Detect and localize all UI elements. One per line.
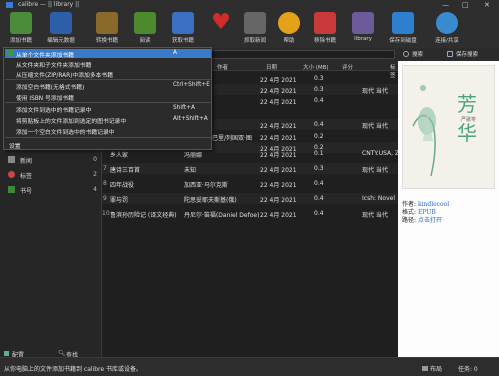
- table-row[interactable]: 7 唐诗三百首 未知 22 4月 2021 0.3 现代 当代: [102, 163, 399, 174]
- heart-icon: ♥: [211, 10, 231, 35]
- path-link[interactable]: 点击打开: [418, 217, 442, 224]
- table-row[interactable]: 10 鲁滨孙历险记 (译文经典) 丹尼尔·笛福(Daniel Defoe) 22…: [102, 208, 399, 219]
- convert-book-icon: [96, 12, 118, 34]
- menu-item-add-subfolders[interactable]: 从文件夹和子文件夹添加书籍: [5, 59, 211, 69]
- book-cover[interactable]: 芳华 严歌苓: [402, 65, 495, 189]
- window-title: calibre — || library ||: [18, 1, 80, 8]
- save-disk-icon: [392, 12, 414, 34]
- find-icon: 🔍︎: [58, 350, 66, 357]
- connect-share-button[interactable]: 连接/共享: [428, 12, 466, 46]
- layout-button[interactable]: 布局: [422, 364, 442, 373]
- fetch-news-button[interactable]: 抓取新闻: [236, 12, 274, 46]
- add-book-icon: [7, 50, 13, 56]
- book-metadata: 作者: kindlecool 格式: EPUB 路径: 点击打开: [402, 201, 450, 224]
- table-row[interactable]: 9 罪与罚 陀思妥耶夫斯基(俄) 22 4月 2021 0.4 Icsh: No…: [102, 193, 399, 204]
- tag-icon: [8, 171, 15, 178]
- add-books-button[interactable]: 添加书籍: [2, 12, 40, 46]
- main-toolbar: 添加书籍 编辑元数据 转换书籍 阅读 获取书籍 ♥ 抓取新闻 帮助 移除书籍 l…: [0, 10, 499, 48]
- menu-item-add-empty-file[interactable]: 添加一个空白文件到选中的书籍记录中: [5, 126, 211, 136]
- tree-item-identifiers[interactable]: 书号 4: [4, 185, 99, 195]
- save-to-disk-button[interactable]: 保存到磁盘: [384, 12, 422, 46]
- read-book-button[interactable]: 阅读: [126, 12, 164, 46]
- title-bar: calibre — || library || — □ ✕: [0, 0, 499, 10]
- status-text: 从你电脑上的文件添加书籍到 calibre 书库或设备。: [4, 366, 142, 373]
- news-icon: [8, 156, 15, 163]
- close-button[interactable]: ✕: [484, 1, 490, 9]
- jobs-indicator[interactable]: 任务: 0: [458, 364, 478, 373]
- table-row[interactable]: 8 四年战役 加西亚·马尔克斯 22 4月 2021 0.4: [102, 178, 399, 189]
- help-icon: [278, 12, 300, 34]
- menu-item-add-empty-book[interactable]: 添加空白书籍(无格式书籍) Ctrl+Shift+E: [5, 81, 211, 91]
- donate-button[interactable]: ♥: [202, 12, 240, 46]
- configure-icon: [4, 351, 9, 356]
- tree-item-tags[interactable]: 标签 2: [4, 170, 99, 180]
- menu-item-add-files-to-record[interactable]: 添加文件到选中的书籍记录中 Shift+A: [5, 104, 211, 114]
- menu-item-add-single-folder[interactable]: 从单个文件夹添加书籍 A: [5, 49, 211, 59]
- tree-item-news[interactable]: 新闻 0: [4, 155, 99, 165]
- edit-metadata-icon: [50, 12, 72, 34]
- minimize-button[interactable]: —: [442, 1, 449, 9]
- get-books-icon: [172, 12, 194, 34]
- menu-separator: [5, 102, 211, 103]
- add-book-icon: [10, 12, 32, 34]
- menu-item-add-by-isbn[interactable]: 使用 ISBN 号添加书籍: [5, 92, 211, 102]
- book-details-panel: 芳华 严歌苓 作者: kindlecool 格式: EPUB 路径: 点击打开: [398, 61, 499, 357]
- connect-share-icon: [436, 12, 458, 34]
- column-size[interactable]: 大小 (MB): [303, 63, 329, 71]
- saved-search-button[interactable]: 保存搜索: [446, 50, 478, 59]
- menu-item-add-archive[interactable]: 从压缩文件(ZIP/RAR)中添加多本书籍: [5, 69, 211, 79]
- search-button[interactable]: 搜索: [402, 50, 423, 59]
- library-button[interactable]: library: [344, 12, 382, 46]
- read-book-icon: [134, 12, 156, 34]
- maximize-button[interactable]: □: [462, 1, 469, 9]
- column-rating[interactable]: 评分: [342, 63, 353, 71]
- menu-item-add-from-clipboard[interactable]: 将剪贴板上的文件添加到选定的图书记录中 Alt+Shift+A: [5, 115, 211, 125]
- column-date[interactable]: 日期: [266, 63, 277, 71]
- menu-item-settings[interactable]: 设置: [5, 140, 211, 150]
- remove-books-button[interactable]: 移除书籍: [306, 12, 344, 46]
- search-icon: [403, 51, 409, 57]
- help-button[interactable]: 帮助: [270, 12, 308, 46]
- cover-author: 严歌苓: [461, 117, 477, 123]
- get-books-button[interactable]: 获取书籍: [164, 12, 202, 46]
- layout-icon: [422, 366, 428, 371]
- edit-metadata-button[interactable]: 编辑元数据: [42, 12, 80, 46]
- status-bar: 从你电脑上的文件添加书籍到 calibre 书库或设备。 布局 任务: 0: [0, 357, 499, 376]
- save-search-icon: [447, 51, 453, 57]
- add-books-menu: 从单个文件夹添加书籍 A 从文件夹和子文件夹添加书籍 从压缩文件(ZIP/RAR…: [3, 47, 212, 150]
- identifier-icon: [8, 186, 15, 193]
- calibre-app-icon: [6, 2, 13, 8]
- convert-books-button[interactable]: 转换书籍: [88, 12, 126, 46]
- column-author[interactable]: 作者: [217, 63, 228, 71]
- menu-separator: [5, 137, 211, 138]
- remove-book-icon: [314, 12, 336, 34]
- library-icon: [352, 12, 374, 34]
- menu-separator: [5, 79, 211, 80]
- fetch-news-icon: [244, 12, 266, 34]
